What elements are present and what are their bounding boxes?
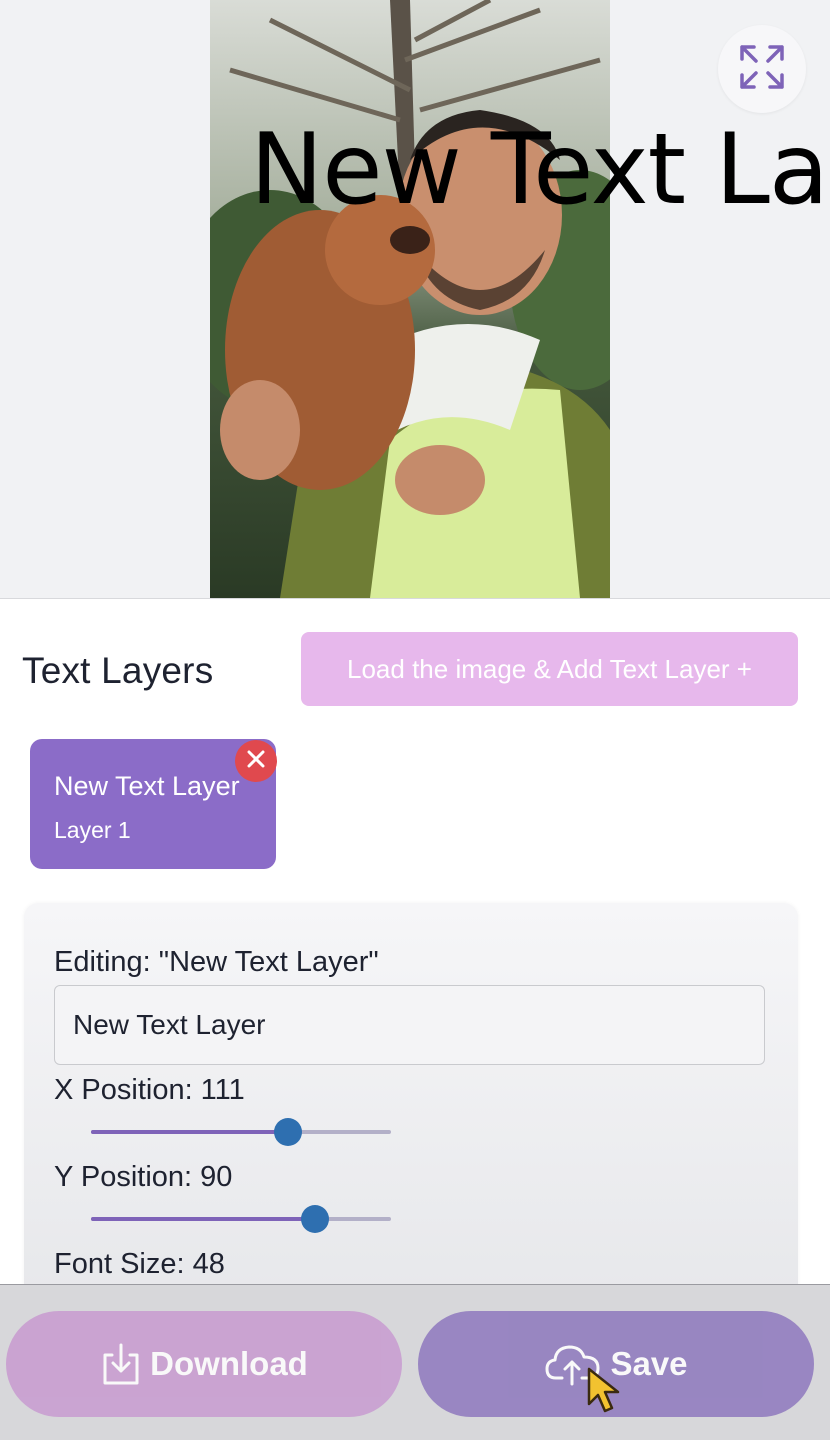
slider-fill	[91, 1130, 288, 1134]
layer-text-input[interactable]	[54, 985, 765, 1065]
fullscreen-button[interactable]	[718, 25, 806, 113]
canvas-text-layer[interactable]: New Text La	[250, 105, 829, 235]
download-label: Download	[150, 1345, 308, 1382]
text-layers-heading: Text Layers	[22, 650, 214, 691]
image-canvas[interactable]: New Text La	[0, 0, 830, 599]
slider-thumb[interactable]	[301, 1205, 329, 1233]
mouse-cursor-icon	[586, 1366, 626, 1419]
slider-thumb[interactable]	[274, 1118, 302, 1146]
x-position-label: X Position: 111	[54, 1074, 245, 1106]
download-icon	[100, 1341, 142, 1387]
close-icon	[246, 749, 266, 774]
y-position-label: Y Position: 90	[54, 1161, 233, 1193]
photo-man-with-dog	[210, 0, 610, 598]
editing-label: Editing: "New Text Layer"	[54, 946, 379, 978]
x-position-slider[interactable]	[91, 1117, 391, 1147]
slider-fill	[91, 1217, 315, 1221]
layer-number: Layer 1	[54, 817, 131, 843]
delete-layer-button[interactable]	[235, 740, 277, 782]
font-size-label: Font Size: 48	[54, 1248, 225, 1280]
y-position-slider[interactable]	[91, 1204, 391, 1234]
expand-arrows-icon	[738, 43, 786, 96]
download-button[interactable]: Download	[6, 1311, 402, 1417]
app-screen: New Text La Text Layers Load the image &…	[0, 0, 830, 1440]
add-text-layer-button[interactable]: Load the image & Add Text Layer +	[301, 632, 798, 706]
